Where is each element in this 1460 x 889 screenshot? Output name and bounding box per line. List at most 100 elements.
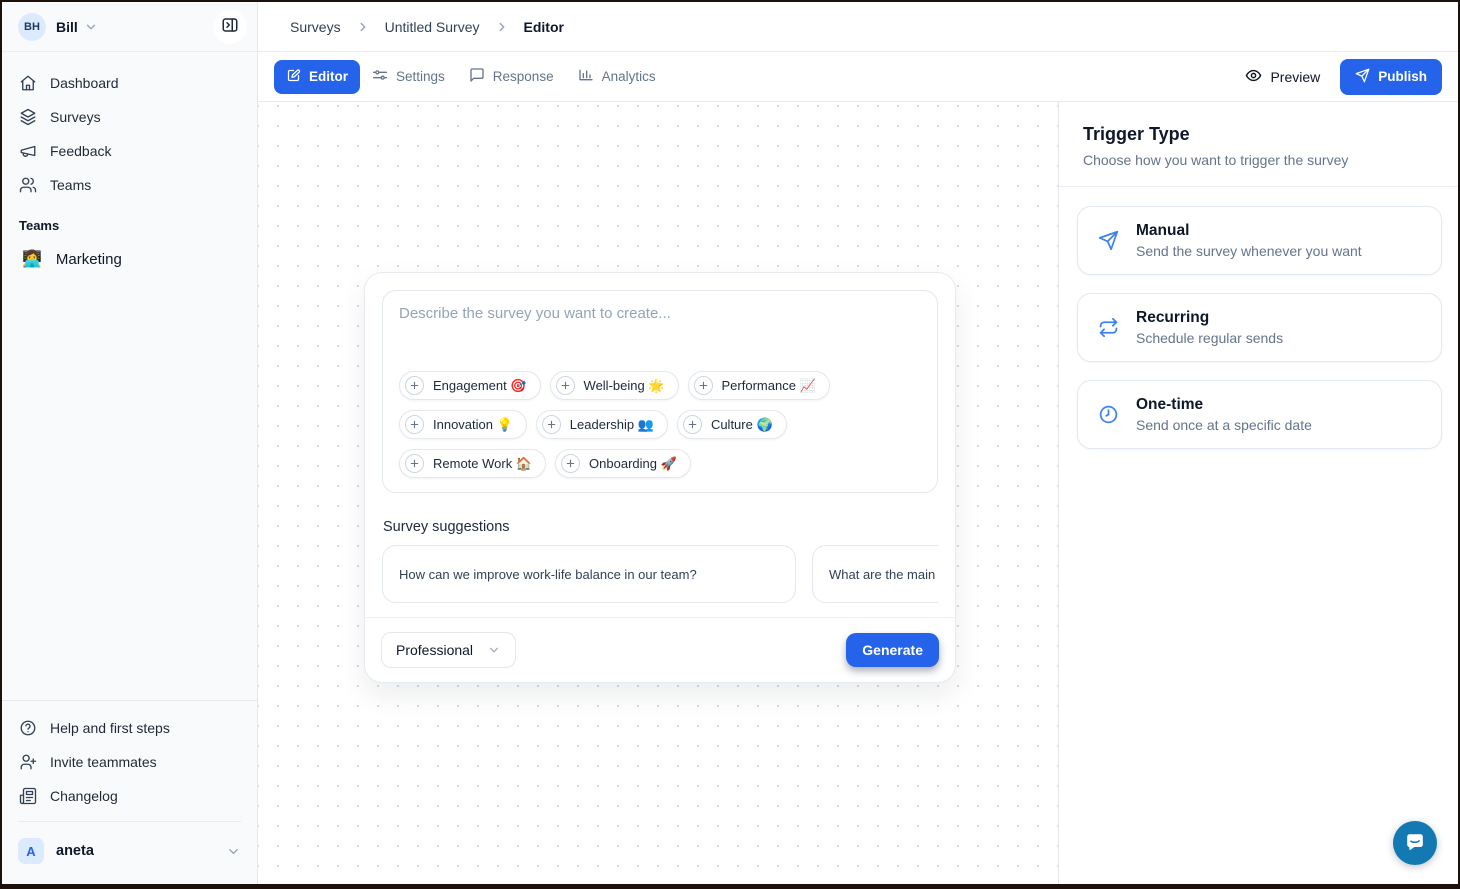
trigger-option-title: Manual [1136, 222, 1362, 240]
chip-culture[interactable]: Culture 🌍 [677, 410, 787, 439]
ai-survey-composer-card: Engagement 🎯 Well-being 🌟 [364, 272, 956, 683]
suggestion-card[interactable]: How can we improve work-life balance in … [382, 545, 796, 603]
chip-label: Culture 🌍 [711, 417, 773, 433]
survey-prompt-input[interactable] [399, 305, 921, 371]
trigger-option-text: Manual Send the survey whenever you want [1136, 222, 1362, 259]
user-plus-icon [19, 753, 37, 771]
sidebar-divider [18, 821, 241, 822]
tab-label: Editor [309, 69, 348, 84]
plus-icon [405, 454, 424, 473]
sidebar-footer: Help and first steps Invite teammates Ch… [2, 700, 257, 884]
chip-label: Innovation 💡 [433, 417, 513, 433]
chip-label: Well-being 🌟 [584, 378, 665, 394]
composer-footer: Professional Generate [365, 617, 955, 682]
trigger-option-recurring[interactable]: Recurring Schedule regular sends [1077, 293, 1442, 362]
users-icon [19, 176, 37, 194]
tab-label: Response [493, 69, 554, 84]
sidebar-item-feedback[interactable]: Feedback [2, 134, 257, 168]
plus-icon [561, 454, 580, 473]
chip-innovation[interactable]: Innovation 💡 [399, 410, 527, 439]
editor-content: Engagement 🎯 Well-being 🌟 [258, 102, 1458, 884]
team-emoji-icon: 👩‍💻 [22, 249, 42, 269]
chevron-down-icon [84, 20, 98, 34]
sidebar-item-surveys[interactable]: Surveys [2, 100, 257, 134]
sidebar-item-label: Invite teammates [50, 754, 157, 770]
sidebar-item-invite[interactable]: Invite teammates [2, 745, 257, 779]
chip-remote-work[interactable]: Remote Work 🏠 [399, 449, 546, 478]
editor-canvas[interactable]: Engagement 🎯 Well-being 🌟 [258, 102, 1058, 884]
suggestion-card[interactable]: What are the main ob [812, 545, 938, 603]
tab-analytics[interactable]: Analytics [566, 59, 668, 94]
sidebar-item-changelog[interactable]: Changelog [2, 779, 257, 813]
chip-label: Leadership 👥 [570, 417, 654, 433]
trigger-panel-header: Trigger Type Choose how you want to trig… [1059, 102, 1458, 187]
chat-bubble-icon [1404, 831, 1426, 856]
tab-settings[interactable]: Settings [360, 59, 457, 94]
workspace-switcher[interactable]: BH Bill [2, 2, 257, 52]
chip-label: Remote Work 🏠 [433, 456, 532, 472]
trigger-option-text: Recurring Schedule regular sends [1136, 309, 1283, 346]
chevron-down-icon [226, 844, 241, 859]
sliders-icon [372, 67, 388, 86]
trigger-options: Manual Send the survey whenever you want… [1059, 187, 1458, 467]
tone-select[interactable]: Professional [381, 632, 516, 668]
send-icon [1355, 68, 1370, 86]
send-icon [1098, 230, 1119, 251]
sidebar-section-teams: Teams [2, 202, 257, 241]
preview-label: Preview [1270, 69, 1320, 85]
composer-top: Engagement 🎯 Well-being 🌟 [365, 273, 955, 603]
home-icon [19, 74, 37, 92]
chip-onboarding[interactable]: Onboarding 🚀 [555, 449, 691, 478]
main-area: Surveys Untitled Survey Editor Editor [258, 2, 1458, 884]
plus-icon [683, 415, 702, 434]
sidebar-item-dashboard[interactable]: Dashboard [2, 66, 257, 100]
trigger-option-title: One-time [1136, 396, 1312, 414]
generate-button[interactable]: Generate [846, 633, 939, 667]
chip-well-being[interactable]: Well-being 🌟 [550, 371, 679, 400]
sidebar-nav: Dashboard Surveys Feedback Teams [2, 52, 257, 202]
trigger-option-description: Schedule regular sends [1136, 330, 1283, 346]
chip-engagement[interactable]: Engagement 🎯 [399, 371, 541, 400]
help-circle-icon [19, 719, 37, 737]
tab-editor[interactable]: Editor [274, 60, 360, 94]
publish-label: Publish [1378, 69, 1427, 84]
sidebar-item-label: Dashboard [50, 75, 119, 91]
chip-label: Engagement 🎯 [433, 378, 527, 394]
user-menu[interactable]: A aneta [2, 830, 257, 876]
plus-icon [542, 415, 561, 434]
preview-button[interactable]: Preview [1245, 67, 1320, 87]
bar-chart-icon [578, 67, 594, 86]
trigger-type-panel: Trigger Type Choose how you want to trig… [1058, 102, 1458, 884]
chip-label: Onboarding 🚀 [589, 456, 677, 472]
editor-toolbar: Editor Settings Response Analytics [258, 52, 1458, 102]
chip-leadership[interactable]: Leadership 👥 [536, 410, 668, 439]
sidebar-item-marketing[interactable]: 👩‍💻 Marketing [2, 241, 257, 277]
sidebar-item-help[interactable]: Help and first steps [2, 711, 257, 745]
sidebar-item-teams[interactable]: Teams [2, 168, 257, 202]
chevron-right-icon [356, 20, 370, 34]
workspace-avatar: BH [18, 13, 46, 41]
trigger-option-manual[interactable]: Manual Send the survey whenever you want [1077, 206, 1442, 275]
layers-icon [19, 108, 37, 126]
trigger-option-title: Recurring [1136, 309, 1283, 327]
chat-launcher-button[interactable] [1393, 821, 1437, 865]
trigger-option-one-time[interactable]: One-time Send once at a specific date [1077, 380, 1442, 449]
breadcrumb-surveys[interactable]: Surveys [290, 19, 341, 35]
suggestions-label: Survey suggestions [383, 519, 937, 535]
eye-icon [1245, 67, 1262, 87]
sidebar-collapse-button[interactable] [213, 10, 247, 44]
topic-chips: Engagement 🎯 Well-being 🌟 [399, 371, 921, 478]
repeat-icon [1098, 317, 1119, 338]
app-window: BH Bill Dashboard Surv [0, 0, 1460, 889]
chip-performance[interactable]: Performance 📈 [688, 371, 830, 400]
workspace-name: Bill [56, 19, 78, 35]
breadcrumb-untitled-survey[interactable]: Untitled Survey [385, 19, 480, 35]
panel-collapse-icon [221, 16, 239, 37]
trigger-option-text: One-time Send once at a specific date [1136, 396, 1312, 433]
plus-icon [405, 415, 424, 434]
panel-subtitle: Choose how you want to trigger the surve… [1083, 152, 1434, 168]
tab-response[interactable]: Response [457, 59, 566, 94]
publish-button[interactable]: Publish [1340, 59, 1442, 95]
newspaper-icon [19, 787, 37, 805]
prompt-box: Engagement 🎯 Well-being 🌟 [382, 290, 938, 493]
